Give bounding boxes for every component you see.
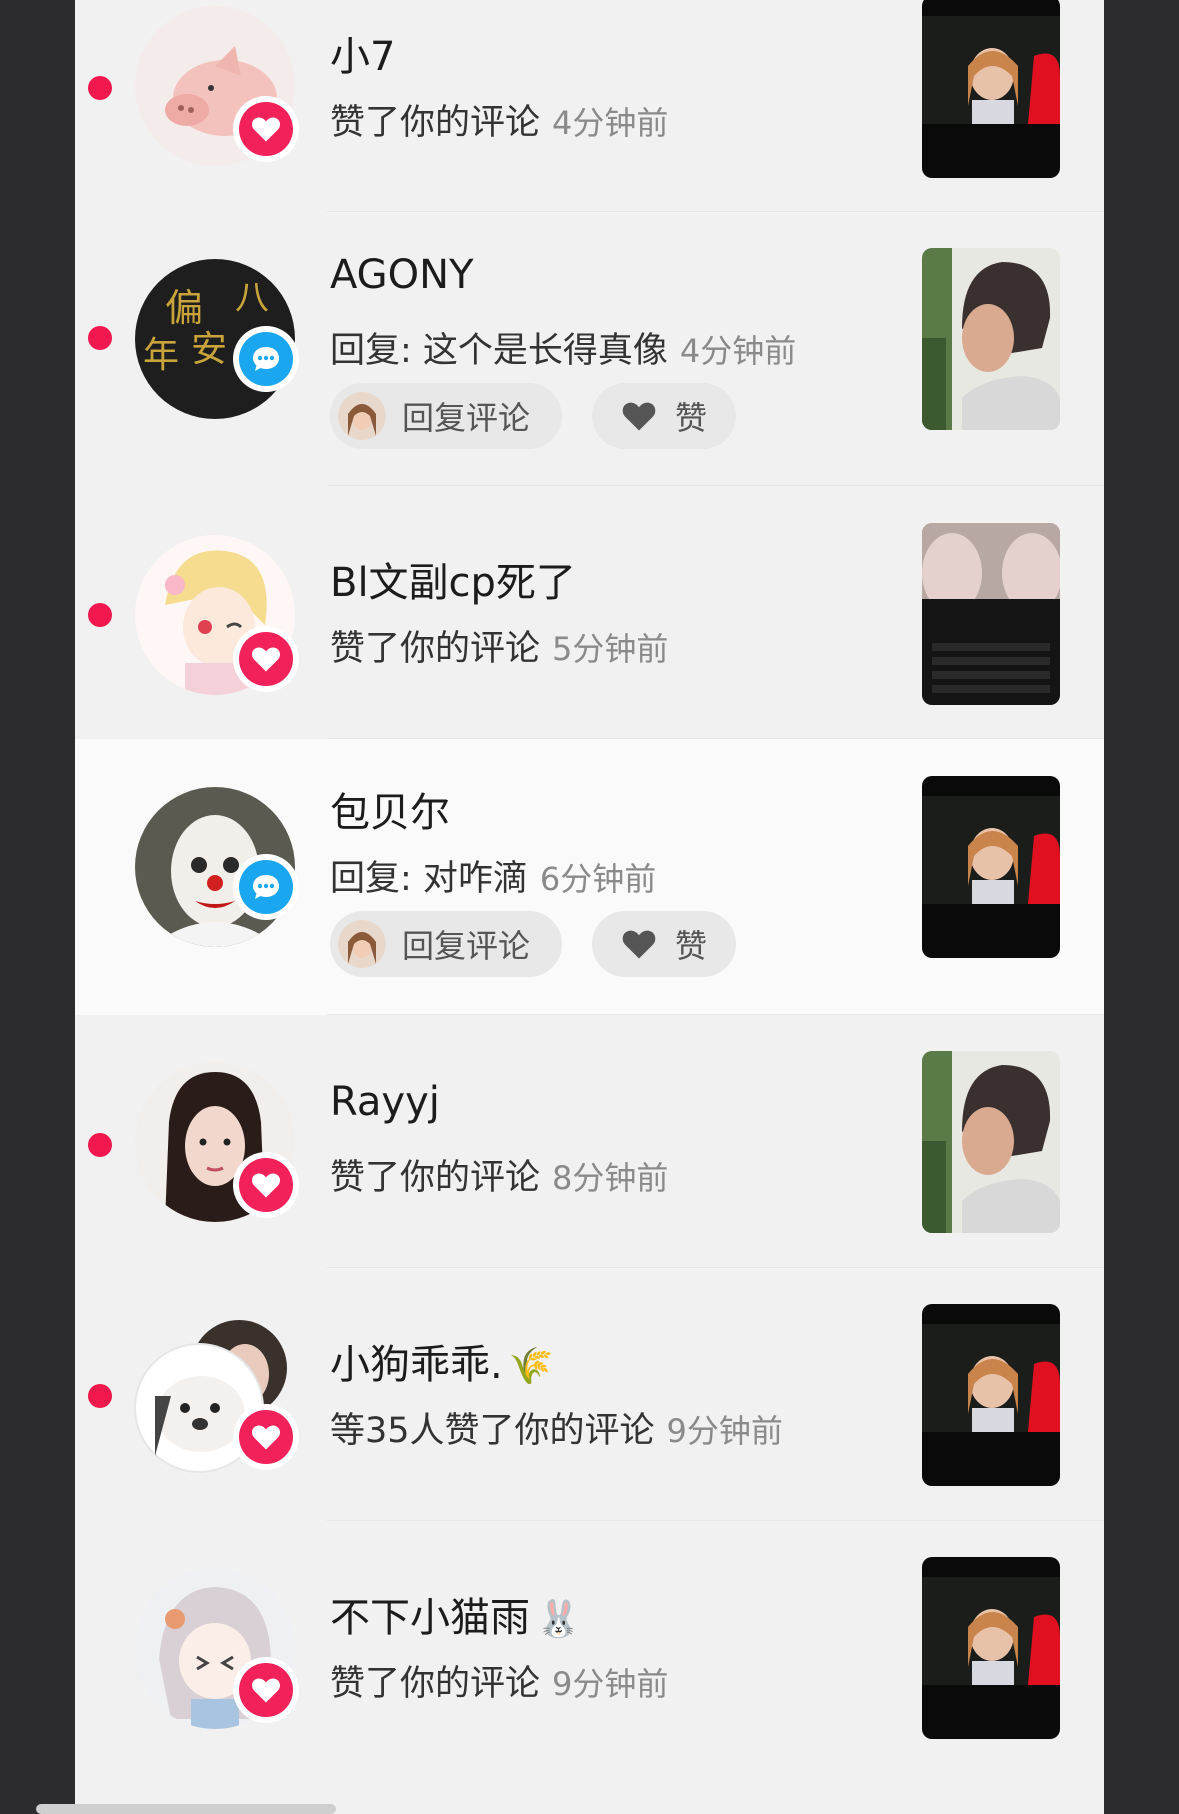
unread-dot (88, 603, 112, 627)
unread-dot (88, 1133, 112, 1157)
video-thumbnail[interactable] (922, 248, 1060, 430)
comment-badge (233, 854, 299, 920)
user-name[interactable]: 小7 (330, 24, 395, 82)
chat-bubble-icon (253, 875, 279, 899)
notification-text: 赞了你的评论 5分钟前 (330, 629, 669, 669)
reply-comment-label: 回复评论 (402, 399, 531, 437)
timestamp: 9分钟前 (666, 1412, 783, 1450)
svg-text:八: 八 (235, 278, 269, 318)
user-name[interactable]: Rayyj (330, 1079, 440, 1125)
notification-text: 赞了你的评论 8分钟前 (330, 1158, 669, 1198)
heart-icon (621, 400, 657, 432)
reply-comment-button[interactable]: 回复评论 (330, 383, 562, 449)
like-badge (233, 1657, 299, 1723)
like-badge (233, 626, 299, 692)
reply-comment-label: 回复评论 (402, 927, 531, 965)
timestamp: 4分钟前 (552, 104, 669, 142)
notification-row[interactable]: 包贝尔 回复: 对咋滴 6分钟前 回复评论 赞 (75, 739, 1104, 1015)
notification-text: 回复: 这个是长得真像 4分钟前 (330, 331, 797, 371)
heart-icon (251, 1425, 281, 1450)
heart-icon (251, 117, 281, 142)
home-indicator (36, 1804, 336, 1814)
chat-bubble-icon (253, 347, 279, 371)
timestamp: 4分钟前 (679, 332, 797, 370)
video-thumbnail[interactable] (922, 1051, 1060, 1233)
like-badge (233, 1404, 299, 1470)
user-name[interactable]: AGONY (330, 252, 474, 298)
wheat-emoji: 🌾 (508, 1346, 554, 1387)
user-name[interactable]: 包贝尔 (330, 780, 450, 838)
user-name[interactable]: 小狗乖乖. 🌾 (330, 1332, 554, 1390)
timestamp: 9分钟前 (552, 1665, 669, 1703)
svg-text:安: 安 (191, 329, 227, 370)
heart-icon (621, 928, 657, 960)
heart-icon (251, 1173, 281, 1198)
svg-text:年: 年 (143, 335, 179, 376)
comment-badge (233, 326, 299, 392)
user-name[interactable]: 不下小猫雨 🐰 (330, 1585, 581, 1643)
unread-dot (88, 1384, 112, 1408)
like-badge (233, 96, 299, 162)
video-thumbnail[interactable] (922, 776, 1060, 958)
svg-text:偏: 偏 (165, 286, 203, 330)
notification-row[interactable]: 偏八年安士 AGONY 回复: 这个是长得真像4分钟前 回复评论 赞 (75, 212, 1104, 486)
notification-row[interactable]: 小7 赞了你的评论 4分钟前 (75, 0, 1104, 212)
notification-row[interactable]: Rayyj 赞了你的评论 8分钟前 (75, 1015, 1104, 1268)
notification-text: 等35人赞了你的评论 9分钟前 (330, 1411, 783, 1451)
like-label: 赞 (674, 927, 707, 965)
video-thumbnail[interactable] (922, 0, 1060, 178)
notification-text: 赞了你的评论 9分钟前 (330, 1664, 669, 1704)
unread-dot (88, 76, 112, 100)
notification-text: 赞了你的评论 4分钟前 (330, 103, 669, 143)
reply-comment-button[interactable]: 回复评论 (330, 911, 562, 977)
notification-row[interactable]: 不下小猫雨 🐰 赞了你的评论 9分钟前 (75, 1521, 1104, 1814)
notification-row[interactable]: Bl文副cp死了 赞了你的评论 5分钟前 (75, 486, 1104, 739)
timestamp: 5分钟前 (552, 630, 669, 668)
notification-text: 回复: 对咋滴 6分钟前 (330, 859, 657, 899)
heart-icon (251, 647, 281, 672)
my-avatar (338, 920, 386, 968)
heart-icon (251, 1678, 281, 1703)
like-button[interactable]: 赞 (592, 383, 736, 449)
unread-dot (88, 326, 112, 350)
video-thumbnail[interactable] (922, 1557, 1060, 1739)
like-badge (233, 1152, 299, 1218)
user-name[interactable]: Bl文副cp死了 (330, 550, 576, 608)
notification-list: 小7 赞了你的评论4分钟前 偏八年安士 AGONY 回复: 这个是长得真像4分钟… (75, 0, 1104, 1814)
my-avatar (338, 392, 386, 440)
like-label: 赞 (674, 399, 707, 437)
video-thumbnail[interactable] (922, 1304, 1060, 1486)
rabbit-emoji: 🐰 (536, 1599, 581, 1640)
like-button[interactable]: 赞 (592, 911, 736, 977)
timestamp: 6分钟前 (539, 860, 657, 898)
notification-row[interactable]: 小狗乖乖. 🌾 等35人赞了你的评论 9分钟前 (75, 1268, 1104, 1521)
timestamp: 8分钟前 (552, 1159, 669, 1197)
video-thumbnail[interactable] (922, 523, 1060, 705)
